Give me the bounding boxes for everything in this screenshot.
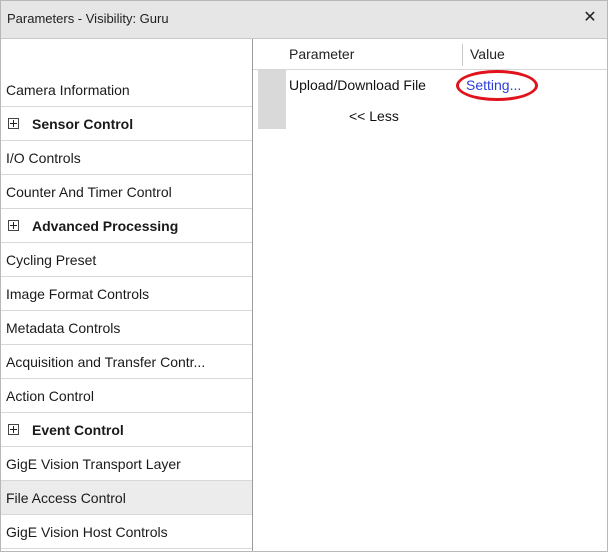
sidebar-item-label: Acquisition and Transfer Contr... bbox=[6, 353, 206, 370]
less-toggle-link[interactable]: << Less bbox=[349, 108, 399, 124]
sidebar-item-acquisition-and-transfer-contr[interactable]: Acquisition and Transfer Contr... bbox=[1, 345, 252, 379]
sidebar-item-cycling-preset[interactable]: Cycling Preset bbox=[1, 243, 252, 277]
category-items: Camera Information Sensor Control I/O Cont… bbox=[1, 73, 252, 549]
sidebar-item-label: Counter And Timer Control bbox=[6, 183, 172, 200]
setting-link[interactable]: Setting... bbox=[466, 77, 521, 93]
sidebar-item-advanced-processing[interactable]: Advanced Processing bbox=[1, 209, 252, 243]
expand-plus-icon[interactable] bbox=[8, 220, 19, 231]
sidebar-item-label: Camera Information bbox=[6, 81, 130, 98]
sidebar-item-action-control[interactable]: Action Control bbox=[1, 379, 252, 413]
sidebar-item-label: Advanced Processing bbox=[32, 217, 179, 234]
parameter-name-upload-download-file[interactable]: Upload/Download File bbox=[289, 77, 426, 93]
sidebar-item-file-access-control[interactable]: File Access Control bbox=[1, 481, 252, 515]
close-icon[interactable]: ✕ bbox=[581, 8, 599, 28]
sidebar-item-image-format-controls[interactable]: Image Format Controls bbox=[1, 277, 252, 311]
sidebar-item-label: Image Format Controls bbox=[6, 285, 150, 302]
sidebar-item-label: I/O Controls bbox=[6, 149, 81, 166]
expand-plus-icon[interactable] bbox=[8, 424, 19, 435]
sidebar-item-sensor-control[interactable]: Sensor Control bbox=[1, 107, 252, 141]
sidebar-item-label: Cycling Preset bbox=[6, 251, 97, 268]
category-list-header bbox=[1, 39, 252, 73]
sidebar-item-label: Metadata Controls bbox=[6, 319, 121, 336]
sidebar-item-gige-vision-transport-layer[interactable]: GigE Vision Transport Layer bbox=[1, 447, 252, 481]
category-list: Camera Information Sensor Control I/O Cont… bbox=[1, 39, 253, 551]
title-bar: Parameters - Visibility: Guru ✕ bbox=[1, 1, 607, 39]
sidebar-item-gige-vision-host-controls[interactable]: GigE Vision Host Controls bbox=[1, 515, 252, 549]
sidebar-item-camera-information[interactable]: Camera Information bbox=[1, 73, 252, 107]
expand-plus-icon[interactable] bbox=[8, 118, 19, 129]
row-header-stub bbox=[258, 70, 286, 129]
parameters-window: Parameters - Visibility: Guru ✕ Camera I… bbox=[0, 0, 608, 552]
sidebar-item-i-o-controls[interactable]: I/O Controls bbox=[1, 141, 252, 175]
sidebar-item-label: GigE Vision Transport Layer bbox=[6, 455, 181, 472]
window-title: Parameters - Visibility: Guru bbox=[7, 11, 169, 26]
grid-header: Parameter Value bbox=[253, 39, 607, 70]
sidebar-item-event-control[interactable]: Event Control bbox=[1, 413, 252, 447]
sidebar-item-metadata-controls[interactable]: Metadata Controls bbox=[1, 311, 252, 345]
sidebar-item-label: Action Control bbox=[6, 387, 94, 404]
column-header-parameter[interactable]: Parameter bbox=[289, 46, 354, 62]
sidebar-item-label: Event Control bbox=[32, 421, 124, 438]
column-divider[interactable] bbox=[462, 44, 463, 66]
sidebar-item-label: Sensor Control bbox=[32, 115, 134, 132]
column-header-value[interactable]: Value bbox=[470, 46, 505, 62]
sidebar-item-label: File Access Control bbox=[6, 489, 126, 506]
parameter-grid: Parameter Value Upload/Download File Set… bbox=[253, 39, 607, 551]
sidebar-item-counter-and-timer-control[interactable]: Counter And Timer Control bbox=[1, 175, 252, 209]
sidebar-item-label: GigE Vision Host Controls bbox=[6, 523, 168, 540]
